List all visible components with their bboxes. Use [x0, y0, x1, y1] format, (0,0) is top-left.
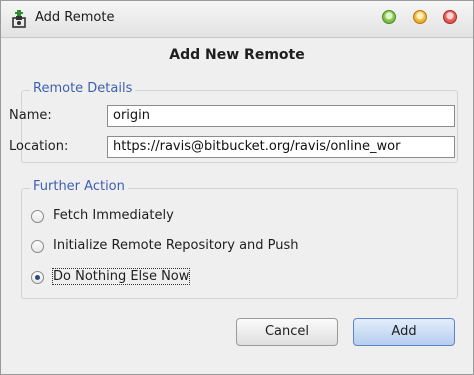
window-title: Add Remote: [35, 10, 115, 25]
location-label: Location:: [9, 139, 69, 154]
maximize-button[interactable]: [382, 10, 396, 24]
further-action-legend: Further Action: [30, 179, 128, 194]
dialog-header: Add New Remote: [169, 47, 305, 63]
cancel-button[interactable]: Cancel: [236, 318, 338, 346]
radio-button[interactable]: [31, 240, 44, 253]
radio-button[interactable]: [31, 210, 44, 223]
git-remote-add-icon: [11, 10, 27, 28]
radio-label[interactable]: Fetch Immediately: [53, 208, 174, 223]
title-bar[interactable]: Add Remote: [1, 1, 473, 38]
close-button[interactable]: [443, 10, 457, 24]
radio-button-selected[interactable]: [31, 271, 44, 284]
add-remote-dialog: Add Remote Add New Remote Remote Details…: [0, 0, 474, 375]
minimize-button[interactable]: [413, 10, 427, 24]
location-input[interactable]: https://ravis@bitbucket.org/ravis/online…: [107, 136, 455, 158]
radio-label[interactable]: Initialize Remote Repository and Push: [53, 238, 299, 253]
radio-label[interactable]: Do Nothing Else Now: [51, 268, 191, 285]
remote-details-legend: Remote Details: [30, 81, 136, 96]
name-label: Name:: [9, 108, 52, 123]
add-button[interactable]: Add: [353, 318, 455, 346]
name-input[interactable]: origin: [107, 105, 455, 127]
